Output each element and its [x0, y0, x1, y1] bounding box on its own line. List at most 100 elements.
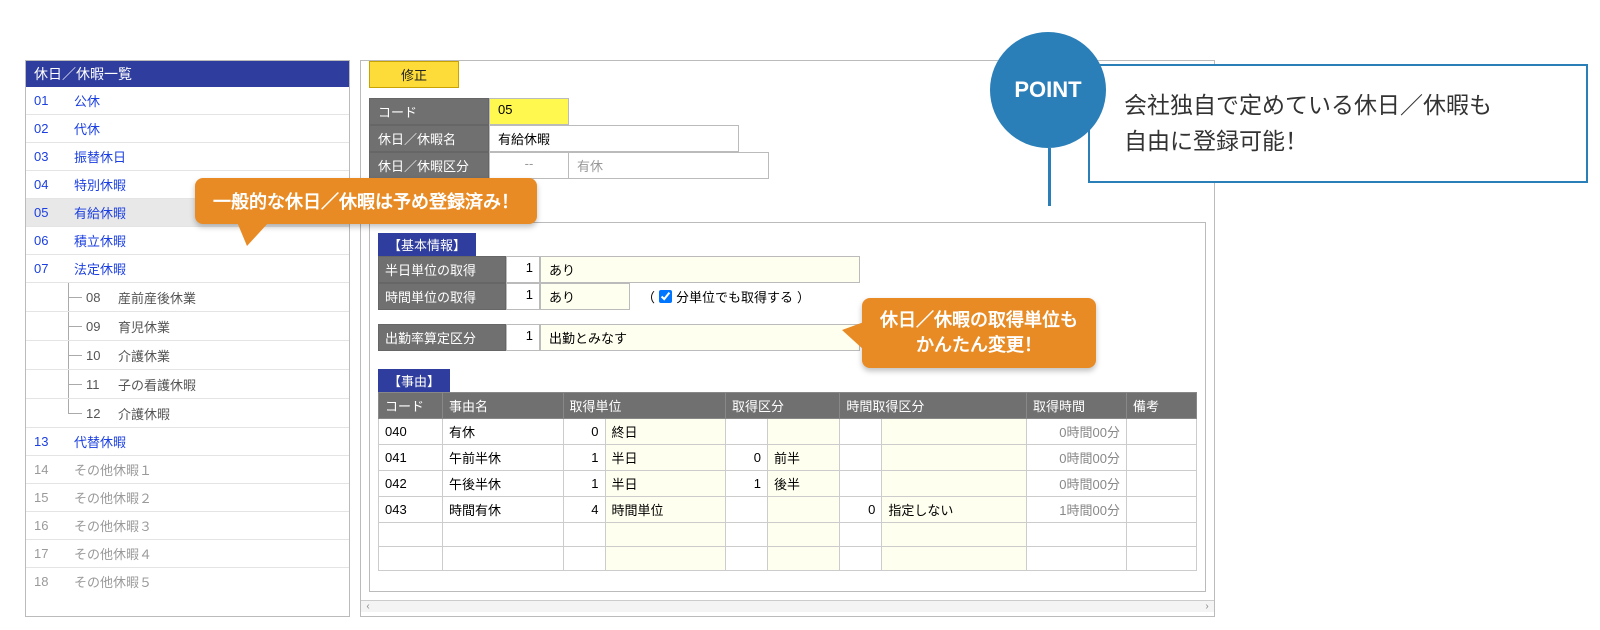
cell-div-text[interactable]	[768, 497, 840, 523]
sidebar-sub-09[interactable]: 09 育児休業	[26, 312, 349, 341]
cell-name[interactable]: 午後半休	[443, 471, 564, 497]
cell-empty[interactable]	[882, 547, 1027, 571]
cell-unit-num[interactable]: 1	[563, 471, 605, 497]
cell-hdiv-num[interactable]	[840, 419, 882, 445]
cell-unit-text[interactable]: 半日	[605, 471, 726, 497]
sidebar-item-17[interactable]: 17 その他休暇４	[26, 540, 349, 568]
cell-empty[interactable]	[768, 547, 840, 571]
sidebar-sub-11[interactable]: 11 子の看護休暇	[26, 370, 349, 399]
cell-empty[interactable]	[768, 523, 840, 547]
table-row[interactable]: 040有休0終日 0時間00分	[379, 419, 1197, 445]
cell-note[interactable]	[1127, 419, 1197, 445]
cell-empty[interactable]	[379, 547, 443, 571]
sidebar-item-18[interactable]: 18 その他休暇５	[26, 568, 349, 595]
sidebar-item-07[interactable]: 07 法定休暇	[26, 255, 349, 283]
cell-empty[interactable]	[726, 523, 768, 547]
cell-empty[interactable]	[882, 523, 1027, 547]
cell-empty[interactable]	[1127, 547, 1197, 571]
table-row[interactable]: 042午後半休1半日1後半0時間00分	[379, 471, 1197, 497]
halfday-text[interactable]: あり	[540, 256, 860, 283]
table-row[interactable]: 041午前半休1半日0前半 0時間00分	[379, 445, 1197, 471]
cell-hdiv-text[interactable]	[882, 471, 1027, 497]
cell-time[interactable]: 0時間00分	[1027, 445, 1127, 471]
cell-time[interactable]: 0時間00分	[1027, 471, 1127, 497]
name-value[interactable]: 有給休暇	[489, 125, 739, 152]
table-row-empty[interactable]	[379, 523, 1197, 547]
cell-hdiv-text[interactable]: 指定しない	[882, 497, 1027, 523]
cell-hdiv-text[interactable]	[882, 419, 1027, 445]
cell-unit-text[interactable]: 半日	[605, 445, 726, 471]
horizontal-scrollbar[interactable]: ‹ ›	[361, 600, 1214, 612]
cell-div-num[interactable]: 0	[726, 445, 768, 471]
cell-div-text[interactable]: 前半	[768, 445, 840, 471]
sidebar-item-num: 03	[34, 149, 74, 164]
cell-unit-num[interactable]: 1	[563, 445, 605, 471]
sidebar-item-01[interactable]: 01 公休	[26, 87, 349, 115]
cell-name[interactable]: 午前半休	[443, 445, 564, 471]
cell-note[interactable]	[1127, 471, 1197, 497]
edit-mode-button[interactable]: 修正	[369, 61, 459, 88]
sidebar-item-02[interactable]: 02 代休	[26, 115, 349, 143]
sidebar-item-16[interactable]: 16 その他休暇３	[26, 512, 349, 540]
cell-empty[interactable]	[1027, 523, 1127, 547]
cell-div-text[interactable]: 後半	[768, 471, 840, 497]
cell-div-num[interactable]: 1	[726, 471, 768, 497]
hourly-num[interactable]: 1	[506, 283, 540, 310]
cell-empty[interactable]	[563, 547, 605, 571]
sidebar-item-03[interactable]: 03 振替休日	[26, 143, 349, 171]
cell-div-num[interactable]	[726, 419, 768, 445]
cell-hdiv-text[interactable]	[882, 445, 1027, 471]
sidebar-item-06[interactable]: 06 積立休暇	[26, 227, 349, 255]
cell-empty[interactable]	[379, 523, 443, 547]
cell-unit-num[interactable]: 0	[563, 419, 605, 445]
cell-time[interactable]: 0時間00分	[1027, 419, 1127, 445]
sidebar-sub-10[interactable]: 10 介護休業	[26, 341, 349, 370]
cell-time[interactable]: 1時間00分	[1027, 497, 1127, 523]
attendance-num[interactable]: 1	[506, 324, 540, 351]
cell-note[interactable]	[1127, 445, 1197, 471]
attendance-text[interactable]: 出勤とみなす	[540, 324, 860, 351]
sidebar-sub-08[interactable]: 08 産前産後休業	[26, 283, 349, 312]
code-value[interactable]: 05	[489, 98, 569, 125]
sidebar-item-15[interactable]: 15 その他休暇２	[26, 484, 349, 512]
scroll-right-icon[interactable]: ›	[1200, 601, 1214, 612]
cell-code[interactable]: 040	[379, 419, 443, 445]
cell-code[interactable]: 041	[379, 445, 443, 471]
cell-empty[interactable]	[443, 523, 564, 547]
th-hdiv: 時間取得区分	[840, 393, 1027, 419]
cell-empty[interactable]	[1027, 547, 1127, 571]
sidebar-sub-12[interactable]: 12 介護休暇	[26, 399, 349, 428]
cell-empty[interactable]	[840, 523, 882, 547]
cell-hdiv-num[interactable]: 0	[840, 497, 882, 523]
cell-empty[interactable]	[1127, 523, 1197, 547]
table-row-empty[interactable]	[379, 547, 1197, 571]
point-line: 会社独自で定めている休日／休暇も	[1124, 92, 1492, 118]
cell-div-num[interactable]	[726, 497, 768, 523]
cell-empty[interactable]	[563, 523, 605, 547]
cell-hdiv-num[interactable]	[840, 445, 882, 471]
cell-name[interactable]: 時間有休	[443, 497, 564, 523]
cell-code[interactable]: 042	[379, 471, 443, 497]
minute-unit-checkbox[interactable]	[659, 290, 672, 303]
cell-code[interactable]: 043	[379, 497, 443, 523]
sidebar-item-13[interactable]: 13 代替休暇	[26, 428, 349, 456]
cell-empty[interactable]	[605, 523, 726, 547]
halfday-num[interactable]: 1	[506, 256, 540, 283]
cell-unit-text[interactable]: 時間単位	[605, 497, 726, 523]
cell-empty[interactable]	[840, 547, 882, 571]
sidebar-item-14[interactable]: 14 その他休暇１	[26, 456, 349, 484]
cell-name[interactable]: 有休	[443, 419, 564, 445]
cell-hdiv-num[interactable]	[840, 471, 882, 497]
scroll-left-icon[interactable]: ‹	[361, 601, 375, 612]
sidebar-item-label: その他休暇２	[74, 488, 152, 507]
cell-empty[interactable]	[443, 547, 564, 571]
cell-note[interactable]	[1127, 497, 1197, 523]
cell-unit-text[interactable]: 終日	[605, 419, 726, 445]
sidebar-item-label: 介護休暇	[118, 404, 170, 423]
cell-unit-num[interactable]: 4	[563, 497, 605, 523]
cell-empty[interactable]	[605, 547, 726, 571]
table-row[interactable]: 043時間有休4時間単位 0指定しない1時間00分	[379, 497, 1197, 523]
cell-div-text[interactable]	[768, 419, 840, 445]
cell-empty[interactable]	[726, 547, 768, 571]
hourly-text[interactable]: あり	[540, 283, 630, 310]
